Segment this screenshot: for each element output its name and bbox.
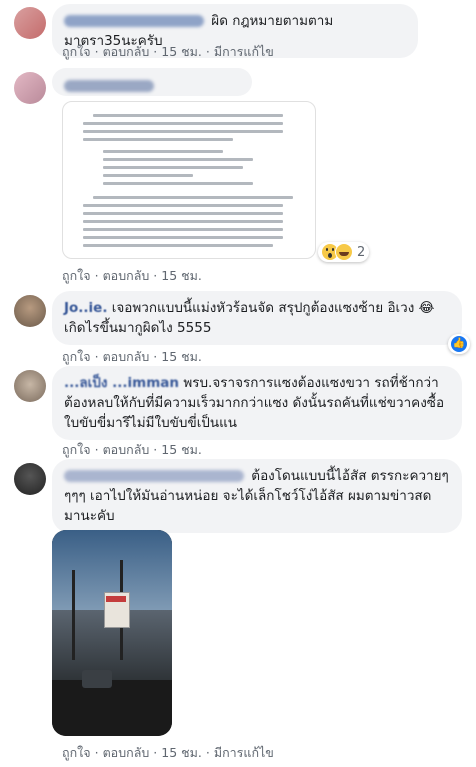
avatar[interactable] xyxy=(14,295,46,327)
reaction-summary[interactable]: 👍 xyxy=(448,334,470,354)
comment-actions: ถูกใจ · ตอบกลับ · 15 ชม. · มีการแก้ไข xyxy=(62,44,274,59)
comment-bubble xyxy=(52,68,252,96)
reply-button[interactable]: ตอบกลับ xyxy=(103,44,150,59)
attached-video-thumbnail[interactable] xyxy=(52,530,172,736)
edited-label[interactable]: มีการแก้ไข xyxy=(214,745,274,760)
avatar[interactable] xyxy=(14,463,46,495)
like-button[interactable]: ถูกใจ xyxy=(62,268,91,283)
like-button[interactable]: ถูกใจ xyxy=(62,44,91,59)
avatar[interactable] xyxy=(14,370,46,402)
commenter-name-redacted[interactable] xyxy=(64,15,204,27)
commenter-name[interactable]: ...ลเป็ง ...imman xyxy=(64,375,179,391)
reply-button[interactable]: ตอบกลับ xyxy=(103,268,150,283)
reaction-count: 2 xyxy=(357,244,366,260)
comment-actions: ถูกใจ · ตอบกลับ · 15 ชม. · มีการแก้ไข xyxy=(62,745,274,760)
reaction-summary[interactable]: 2 xyxy=(318,242,370,262)
reply-button[interactable]: ตอบกลับ xyxy=(103,442,150,457)
comment-bubble: ...ลเป็ง ...imman พรบ.จราจรการแซงต้องแซง… xyxy=(52,366,462,440)
like-button[interactable]: ถูกใจ xyxy=(62,442,91,457)
timestamp[interactable]: 15 ชม. xyxy=(161,745,202,760)
like-button[interactable]: ถูกใจ xyxy=(62,745,91,760)
comment-actions: ถูกใจ · ตอบกลับ · 15 ชม. xyxy=(62,268,202,283)
timestamp[interactable]: 15 ชม. xyxy=(161,442,202,457)
commenter-name[interactable]: Jo..ie. xyxy=(64,300,107,316)
avatar[interactable] xyxy=(14,7,46,39)
avatar[interactable] xyxy=(14,72,46,104)
comment-bubble: ต้องโดนแบบนี้ไอ้สัส ตรรกะควายๆๆๆๆ เอาไปใ… xyxy=(52,459,462,533)
reply-button[interactable]: ตอบกลับ xyxy=(103,745,150,760)
comment-actions: ถูกใจ · ตอบกลับ · 15 ชม. xyxy=(62,442,202,457)
comment-actions: ถูกใจ · ตอบกลับ · 15 ชม. xyxy=(62,349,202,364)
comment-text: เจอพวกแบบนี้แม่งหัวร้อนจัด สรุปกูต้องแซง… xyxy=(64,300,435,336)
commenter-name-redacted[interactable] xyxy=(64,470,244,482)
like-icon: 👍 xyxy=(451,336,467,352)
laugh-icon xyxy=(335,243,353,261)
edited-label[interactable]: มีการแก้ไข xyxy=(214,44,274,59)
reply-button[interactable]: ตอบกลับ xyxy=(103,349,150,364)
attached-document-image[interactable] xyxy=(62,101,316,259)
comment-bubble: Jo..ie. เจอพวกแบบนี้แม่งหัวร้อนจัด สรุปก… xyxy=(52,291,462,345)
timestamp[interactable]: 15 ชม. xyxy=(161,44,202,59)
timestamp[interactable]: 15 ชม. xyxy=(161,268,202,283)
commenter-name-redacted[interactable] xyxy=(64,80,154,92)
like-button[interactable]: ถูกใจ xyxy=(62,349,91,364)
timestamp[interactable]: 15 ชม. xyxy=(161,349,202,364)
